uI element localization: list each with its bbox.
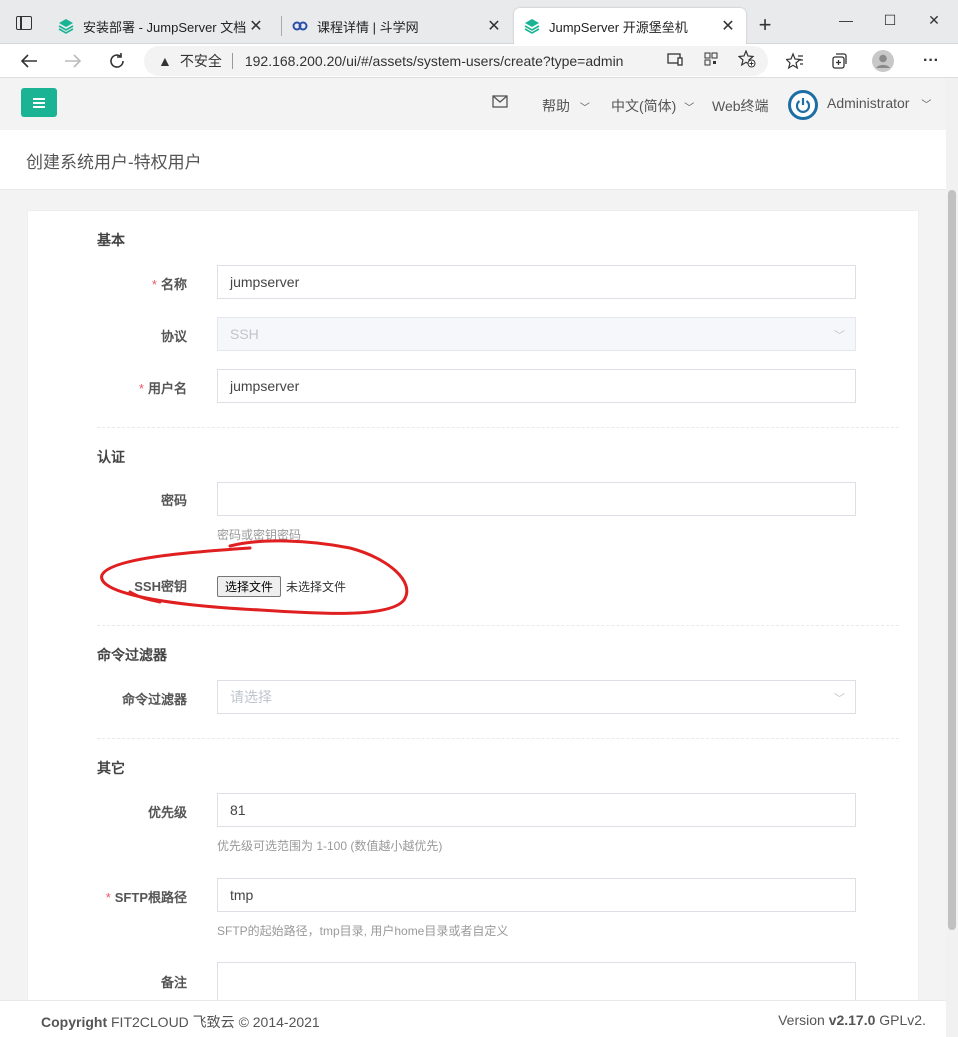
close-tab-icon[interactable]: ✕	[248, 16, 264, 36]
tab-actions-icon[interactable]	[16, 16, 32, 30]
app-header: 帮助 ﹀ 中文(简体) ﹀ Web终端 Administrator ﹀	[0, 78, 946, 130]
username-label-text: 用户名	[147, 381, 187, 396]
security-status[interactable]: 不安全	[180, 51, 222, 71]
password-input[interactable]	[217, 482, 856, 516]
jumpserver-layers-icon	[58, 18, 74, 34]
priority-help: 优先级可选范围为 1-100 (数值越小越优先)	[217, 839, 443, 853]
refresh-icon[interactable]	[106, 50, 128, 72]
cast-icon[interactable]	[666, 50, 684, 68]
favorites-icon[interactable]	[784, 50, 806, 72]
sftp-root-input[interactable]: tmp	[217, 878, 856, 912]
section-other-title: 其它	[97, 760, 125, 776]
page-title: 创建系统用户-特权用户	[26, 153, 202, 172]
tab-title: 课程详情 | 斗学网	[317, 19, 419, 35]
user-menu[interactable]: Administrator ﹀	[827, 95, 931, 111]
scrollbar-thumb[interactable]	[948, 190, 956, 930]
browser-toolbar: ▲ 不安全 192.168.200.20/ui/#/assets/system-…	[0, 44, 958, 78]
section-basic-title: 基本	[97, 232, 125, 248]
priority-input[interactable]: 81	[217, 793, 856, 827]
browser-tab-jumpserver[interactable]: JumpServer 开源堡垒机 ✕	[514, 8, 746, 44]
close-tab-icon[interactable]: ✕	[486, 16, 502, 36]
priority-label: 优先级	[147, 805, 187, 820]
version-prefix: Version	[778, 1012, 825, 1028]
username-label: Administrator	[827, 95, 910, 111]
sftp-root-help: SFTP的起始路径，tmp目录, 用户home目录或者自定义	[217, 924, 509, 938]
tab-title: JumpServer 开源堡垒机	[549, 19, 688, 35]
required-mark: *	[151, 277, 157, 292]
protocol-value: SSH	[230, 326, 259, 342]
page-heading: 创建系统用户-特权用户	[0, 130, 946, 190]
chevron-down-icon: ﹀	[834, 330, 845, 342]
browser-tab-bar: 安装部署 - JumpServer 文档 ✕ 课程详情 | 斗学网 ✕ Jump…	[0, 0, 958, 44]
power-icon	[795, 98, 811, 113]
hamburger-icon	[33, 97, 45, 108]
name-label: * 名称	[27, 274, 187, 293]
sftp-root-label: * SFTP根路径	[27, 887, 187, 906]
file-status: 未选择文件	[286, 580, 347, 594]
qr-code-icon[interactable]	[702, 50, 720, 68]
protocol-select[interactable]: SSH ﹀	[217, 317, 856, 351]
tab-title: 安装部署 - JumpServer 文档	[83, 19, 247, 35]
comment-textarea[interactable]	[217, 962, 856, 1002]
maximize-icon[interactable]: ☐	[880, 12, 900, 29]
copyright: Copyright FIT2CLOUD 飞致云 © 2014-2021	[41, 1012, 320, 1032]
language-menu[interactable]: 中文(简体) ﹀	[611, 96, 694, 116]
required-mark: *	[105, 890, 111, 905]
close-tab-icon[interactable]: ✕	[720, 16, 736, 36]
name-input[interactable]: jumpserver	[217, 265, 856, 299]
user-avatar[interactable]	[788, 90, 818, 120]
chevron-down-icon: ﹀	[921, 100, 932, 111]
warning-icon[interactable]: ▲	[158, 53, 172, 69]
required-mark: *	[138, 381, 144, 396]
profile-icon[interactable]	[872, 50, 894, 72]
mail-icon[interactable]	[492, 95, 508, 111]
forward-icon[interactable]	[62, 50, 84, 72]
link-icon	[292, 18, 308, 34]
back-icon[interactable]	[18, 50, 40, 72]
chevron-down-icon: ﹀	[684, 103, 695, 114]
divider	[231, 53, 233, 69]
more-icon[interactable]: ···	[920, 50, 942, 72]
ssh-key-label: SSH密钥	[134, 579, 187, 594]
menu-toggle-button[interactable]	[21, 88, 57, 117]
name-label-text: 名称	[160, 277, 187, 292]
browser-tab-course[interactable]: 课程详情 | 斗学网 ✕	[282, 8, 512, 44]
footer: Copyright FIT2CLOUD 飞致云 © 2014-2021 Vers…	[0, 1000, 946, 1037]
jumpserver-layers-icon	[524, 18, 540, 34]
new-tab-icon[interactable]: +	[754, 12, 776, 38]
username-input[interactable]: jumpserver	[217, 369, 856, 403]
username-label: * 用户名	[27, 378, 187, 397]
chevron-down-icon: ﹀	[834, 693, 845, 705]
help-menu[interactable]: 帮助 ﹀	[542, 96, 590, 116]
chevron-down-icon: ﹀	[579, 103, 590, 114]
close-window-icon[interactable]: ✕	[924, 12, 944, 29]
password-label: 密码	[160, 493, 187, 508]
version-info: Version v2.17.0 GPLv2.	[778, 1012, 926, 1028]
divider	[97, 625, 899, 626]
url-text[interactable]: 192.168.200.20/ui/#/assets/system-users/…	[245, 53, 768, 69]
section-filter-title: 命令过滤器	[97, 647, 167, 663]
command-filter-select[interactable]: 请选择 ﹀	[217, 680, 856, 714]
divider	[97, 427, 899, 428]
command-filter-placeholder: 请选择	[230, 689, 272, 705]
collections-icon[interactable]	[828, 50, 850, 72]
license: GPLv2.	[879, 1012, 926, 1028]
comment-label: 备注	[160, 975, 187, 990]
language-label: 中文(简体)	[611, 98, 677, 114]
command-filter-label: 命令过滤器	[121, 692, 187, 707]
add-favorite-icon[interactable]	[738, 50, 756, 68]
browser-tab-docs[interactable]: 安装部署 - JumpServer 文档 ✕	[48, 8, 274, 44]
protocol-label: 协议	[160, 329, 187, 344]
web-terminal-link[interactable]: Web终端	[712, 96, 769, 116]
password-help: 密码或密钥密码	[217, 528, 302, 542]
minimize-icon[interactable]: —	[836, 12, 856, 28]
help-label: 帮助	[542, 98, 570, 114]
copyright-prefix: Copyright	[41, 1014, 108, 1030]
divider	[97, 738, 899, 739]
choose-file-button[interactable]: 选择文件	[217, 576, 282, 597]
sftp-root-label-text: SFTP根路径	[114, 890, 187, 905]
version-number: v2.17.0	[828, 1012, 876, 1028]
section-auth-title: 认证	[97, 449, 125, 465]
copyright-text: FIT2CLOUD 飞致云 © 2014-2021	[111, 1014, 320, 1030]
